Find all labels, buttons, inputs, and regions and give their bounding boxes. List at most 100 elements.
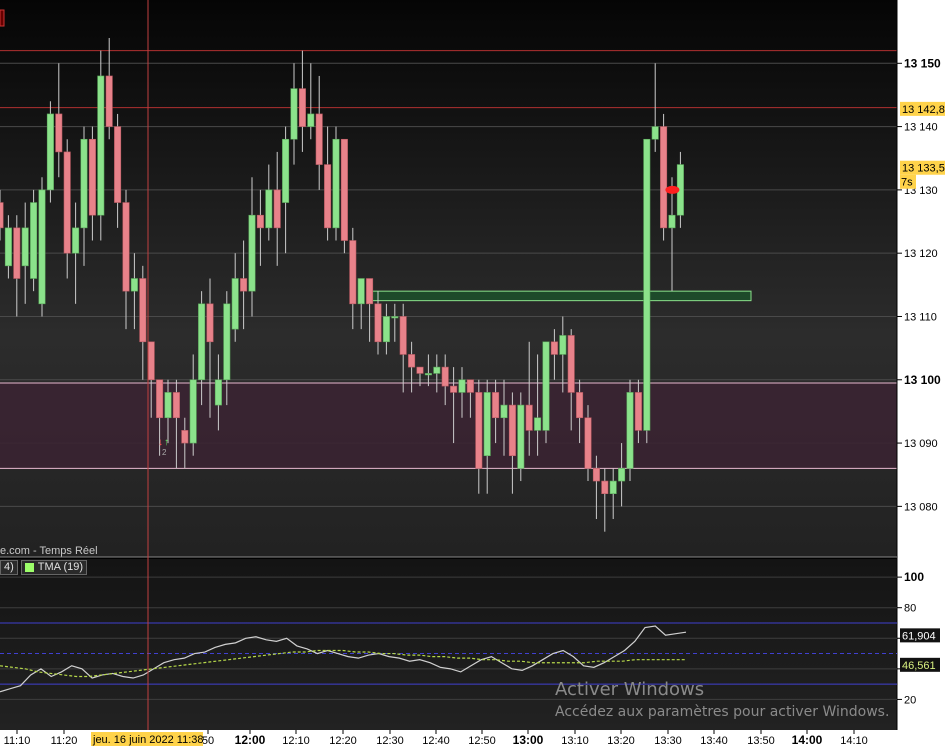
candle-body [156, 379, 164, 419]
candle-body [256, 214, 264, 229]
candle-body [214, 379, 222, 406]
candle-body [601, 480, 609, 495]
candle-body [72, 227, 80, 254]
time-tick-label: 50 [202, 735, 214, 746]
candle-body [122, 202, 130, 292]
candle-body [668, 214, 676, 229]
time-tick-label: 12:40 [422, 735, 450, 746]
crosshair-date-label: jeu. 16 juin 2022 11:38 [92, 734, 204, 746]
countdown-label: 7s [901, 177, 913, 189]
candle-body [332, 138, 340, 229]
candle-body [517, 404, 525, 469]
legend-first[interactable]: 4) [0, 560, 18, 575]
candle-body [500, 404, 508, 419]
sell-arrow-icon: ↓ [158, 437, 163, 448]
candle-body [46, 113, 54, 191]
candle-body [13, 227, 21, 279]
candle-body [4, 227, 12, 267]
legend-tma[interactable]: TMA (19) [20, 560, 88, 575]
candle-body [458, 379, 466, 393]
left-edge-marker [0, 9, 5, 27]
price-tag-label: 13 142,8 [902, 104, 945, 116]
candle-body [475, 392, 483, 469]
candle-body [139, 278, 147, 343]
time-tick-label: 13:30 [654, 735, 682, 746]
time-tick-label: 11:10 [4, 735, 31, 746]
candle-body [424, 373, 432, 376]
indicator-value-label: 61,904 [902, 630, 936, 642]
candle-body [282, 138, 290, 203]
candle-body [416, 366, 424, 374]
trading-chart[interactable]: 13 15013 14013 13013 12013 11013 10013 0… [0, 0, 945, 746]
indicator-legend: 4) TMA (19) [0, 560, 88, 575]
candle-body [324, 164, 332, 229]
candle-body [357, 278, 365, 305]
candle-body [609, 480, 617, 495]
candle-body [366, 278, 374, 305]
candle-body [206, 303, 214, 343]
candle-body [626, 392, 634, 469]
candle-body [189, 379, 197, 444]
time-tick-label: 13:10 [561, 735, 589, 746]
candle-body [88, 138, 96, 216]
candle-body [198, 303, 206, 381]
candle-body [55, 113, 63, 153]
candle-body [30, 202, 38, 279]
time-tick-label: 14:00 [792, 733, 823, 746]
time-tick-label: 12:10 [282, 735, 310, 746]
candle-body [130, 278, 138, 292]
price-tick-label: 13 090 [904, 438, 938, 450]
candle-body [63, 151, 71, 254]
candle-body [105, 75, 113, 127]
indicator-tick-label: 100 [904, 570, 924, 584]
candle-body [651, 126, 659, 140]
candle-body [172, 392, 180, 419]
position-marker-icon [665, 185, 680, 194]
candle-body [307, 113, 315, 127]
candle-body [508, 404, 516, 457]
time-tick-label: 13:40 [700, 735, 728, 746]
time-tick-label: 11:20 [51, 735, 78, 746]
legend-tma-label: TMA (19) [37, 561, 84, 573]
candle-body [240, 278, 248, 292]
time-tick-label: 12:30 [376, 735, 404, 746]
candle-body [265, 189, 273, 229]
candle-body [382, 316, 390, 343]
candle-body [290, 88, 298, 140]
candle-body [273, 189, 281, 229]
candle-body [38, 189, 46, 305]
candle-body [576, 392, 584, 419]
indicator-tick-label: 20 [904, 694, 916, 706]
price-tick-label: 13 080 [904, 501, 938, 513]
candle-body [660, 126, 668, 229]
candle-body [559, 335, 567, 355]
breakout-box [369, 290, 752, 302]
candle-body [567, 335, 575, 393]
candle-body [534, 417, 542, 431]
candle-body [97, 75, 105, 216]
price-tick-label: 13 110 [904, 311, 937, 323]
candle-body [634, 392, 642, 431]
candle-body [349, 240, 357, 305]
time-tick-label: 12:20 [329, 735, 357, 746]
activation-watermark-subtitle: Accédez aux paramètres pour activer Wind… [555, 704, 890, 720]
time-tick-label: 13:00 [513, 733, 544, 746]
candle-body [0, 202, 4, 229]
candle-body [550, 341, 558, 355]
candle-body [164, 392, 172, 419]
candle-body [433, 366, 441, 374]
signal-count: 2 [162, 448, 167, 457]
price-tag-label: 13 133,5 [902, 163, 945, 175]
candle-body [492, 392, 500, 419]
candle-body [450, 385, 458, 393]
candle-body [391, 316, 399, 319]
candle-body [408, 354, 416, 368]
time-tick-label: 12:50 [468, 735, 496, 746]
candle-body [466, 379, 474, 393]
candle-body [315, 113, 323, 165]
candle-body [80, 138, 88, 229]
candle-body [298, 88, 306, 127]
time-tick-label: 13:50 [747, 735, 775, 746]
activation-watermark-title: Activer Windows [555, 679, 705, 700]
candle-body [223, 303, 231, 381]
